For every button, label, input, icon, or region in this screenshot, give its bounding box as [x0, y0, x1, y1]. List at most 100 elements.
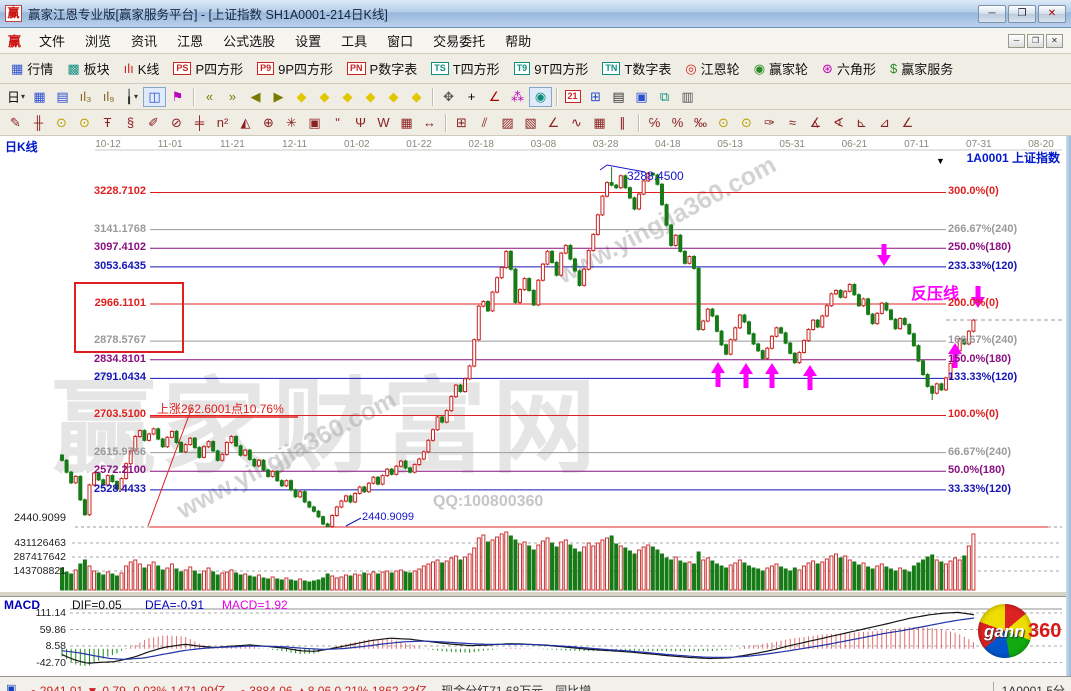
menu-item-gann[interactable]: 江恩 — [167, 28, 213, 53]
t-square-button[interactable]: TST四方形 — [424, 57, 506, 80]
compare-ratio-tool-icon[interactable]: ℅ — [643, 113, 666, 133]
save-icon[interactable]: ▣ — [630, 87, 653, 107]
9p-square-button[interactable]: P99P四方形 — [250, 57, 340, 80]
brush-tool-icon[interactable]: ✑ — [758, 113, 781, 133]
menu-item-news[interactable]: 资讯 — [121, 28, 167, 53]
kline-button[interactable]: ılıK线 — [117, 57, 167, 80]
psi-tool-icon[interactable]: Ψ — [349, 113, 372, 133]
pencil-tool-icon[interactable]: ✎ — [4, 113, 27, 133]
period-daily-icon[interactable]: 日▾ — [4, 87, 28, 107]
parallel-lines-tool-icon[interactable]: ∥ — [611, 113, 634, 133]
n-square-tool-icon[interactable]: n² — [211, 113, 234, 133]
color-flag-icon[interactable]: ⚑ — [166, 87, 189, 107]
candle-style-icon[interactable]: ╽▾ — [120, 87, 143, 107]
gann-box-2-tool-icon[interactable]: ▧ — [519, 113, 542, 133]
diamond-h-expand-icon[interactable]: ◆ — [336, 87, 359, 107]
angle-1-tool-icon[interactable]: ∡ — [804, 113, 827, 133]
menu-item-formula-stock-picker[interactable]: 公式选股 — [213, 28, 285, 53]
wave-2-tool-icon[interactable]: ≈ — [781, 113, 804, 133]
pencil-2-tool-icon[interactable]: ✐ — [142, 113, 165, 133]
diamond-h-shrink-icon[interactable]: ◆ — [359, 87, 382, 107]
menu-item-trade-entrust[interactable]: 交易委托 — [423, 28, 495, 53]
center-box-tool-icon[interactable]: ▣ — [303, 113, 326, 133]
spiral-tool-icon[interactable]: § — [119, 113, 142, 133]
win-tool-icon[interactable]: W — [372, 113, 395, 133]
gold-circle-2-tool-icon[interactable]: ⊙ — [735, 113, 758, 133]
winner-wheel-button[interactable]: ◉赢家轮 — [747, 57, 815, 80]
diamond-expand-all-icon[interactable]: ◆ — [405, 87, 428, 107]
circle-slash-tool-icon[interactable]: ⊘ — [165, 113, 188, 133]
market-quotes-button[interactable]: ▦行情 — [4, 57, 60, 80]
info-note-icon[interactable]: ▤ — [51, 87, 74, 107]
gann-fan-tool-icon[interactable]: ⫽ — [473, 113, 496, 133]
winner-service-button[interactable]: $赢家服务 — [883, 57, 960, 80]
nav-last-icon[interactable]: » — [221, 87, 244, 107]
nav-next-icon[interactable]: ▶ — [267, 87, 290, 107]
diamond-left-icon[interactable]: ◆ — [290, 87, 313, 107]
angle-line-tool-icon[interactable]: ∠ — [542, 113, 565, 133]
dense-grid-tool-icon[interactable]: ▦ — [588, 113, 611, 133]
close-button[interactable]: ✕ — [1038, 5, 1066, 23]
nav-prev-icon[interactable]: ◀ — [244, 87, 267, 107]
percent-tool-icon[interactable]: % — [666, 113, 689, 133]
gann-box-tool-icon[interactable]: ▨ — [496, 113, 519, 133]
t-number-table-button[interactable]: TNT数字表 — [595, 57, 678, 80]
minimize-button[interactable]: ─ — [978, 5, 1006, 23]
permille-tool-icon[interactable]: ‰ — [689, 113, 712, 133]
menu-item-file[interactable]: 文件 — [29, 28, 75, 53]
p-square-button[interactable]: PSP四方形 — [166, 57, 250, 80]
pattern-view-icon[interactable]: ◫ — [143, 87, 166, 107]
maximize-button[interactable]: ❐ — [1008, 5, 1036, 23]
export-image-icon[interactable]: ⧉ — [653, 87, 676, 107]
chart-panel[interactable]: 赢家财富网 www.yingjia360.com www.yingjia360.… — [0, 136, 1066, 676]
angle-measure-icon[interactable]: ∠ — [483, 87, 506, 107]
menu-item-settings[interactable]: 设置 — [285, 28, 331, 53]
diamond-right-icon[interactable]: ◆ — [313, 87, 336, 107]
hatch-grid-2-icon[interactable]: ╪ — [188, 113, 211, 133]
angle-3-tool-icon[interactable]: ⊾ — [850, 113, 873, 133]
gann-grid-tool-icon[interactable]: ⊞ — [450, 113, 473, 133]
chart-3-period-icon[interactable]: ıl₃ — [74, 87, 97, 107]
t-line-tool-icon[interactable]: Ŧ — [96, 113, 119, 133]
gann-circle-tool-icon[interactable]: ⊕ — [257, 113, 280, 133]
mdi-close-button[interactable]: ✕ — [1046, 34, 1063, 48]
diamond-v-expand-icon[interactable]: ◆ — [382, 87, 405, 107]
menu-item-tools[interactable]: 工具 — [331, 28, 377, 53]
star-tool-icon[interactable]: ✳ — [280, 113, 303, 133]
nav-first-icon[interactable]: « — [198, 87, 221, 107]
gann-brain-icon[interactable]: ◉ — [529, 87, 552, 107]
menu-item-help[interactable]: 帮助 — [495, 28, 541, 53]
angle-5-tool-icon[interactable]: ∠ — [896, 113, 919, 133]
width-measure-tool-icon[interactable]: ↔ — [418, 113, 441, 133]
p-number-table-button[interactable]: PNP数字表 — [340, 57, 424, 80]
zigzag-tool-icon[interactable]: ∿ — [565, 113, 588, 133]
menu-item-window[interactable]: 窗口 — [377, 28, 423, 53]
hexagon-button[interactable]: ⊛六角形 — [815, 57, 883, 80]
angle-4-tool-icon[interactable]: ⊿ — [873, 113, 896, 133]
calendar-21-icon[interactable]: 21 — [561, 87, 584, 107]
gann-wheel-button[interactable]: ◎江恩轮 — [678, 57, 746, 80]
gold-circle-1-tool-icon[interactable]: ⊙ — [712, 113, 735, 133]
sectors-button[interactable]: ▩板块 — [60, 57, 116, 80]
crosshair-icon[interactable]: + — [460, 87, 483, 107]
mdi-restore-button[interactable]: ❐ — [1027, 34, 1044, 48]
quote-grid-icon[interactable]: ▦ — [28, 87, 51, 107]
fractal-tool-icon[interactable]: ⁂ — [506, 87, 529, 107]
menu-item-browse[interactable]: 浏览 — [75, 28, 121, 53]
notepad-icon[interactable]: ▤ — [607, 87, 630, 107]
n-square-tool-icon: n² — [217, 115, 229, 130]
number-grid-tool-icon[interactable]: ▦ — [395, 113, 418, 133]
9t-square-button[interactable]: T99T四方形 — [507, 57, 596, 80]
hatch-grid-icon[interactable]: ╫ — [27, 113, 50, 133]
calculator-icon[interactable]: ⊞ — [584, 87, 607, 107]
quote-marks-tool-icon[interactable]: ʺ — [326, 113, 349, 133]
gold-section-2-icon[interactable]: ⊙ — [73, 113, 96, 133]
symbol-dropdown-icon[interactable]: ▼ — [936, 156, 945, 166]
angle-2-tool-icon[interactable]: ∢ — [827, 113, 850, 133]
chart-9-period-icon[interactable]: ıl₉ — [97, 87, 120, 107]
mdi-minimize-button[interactable]: ─ — [1008, 34, 1025, 48]
print-icon[interactable]: ▥ — [676, 87, 699, 107]
a-angle-tool-icon[interactable]: ◭ — [234, 113, 257, 133]
pan-hand-icon[interactable]: ✥ — [437, 87, 460, 107]
gold-section-1-icon[interactable]: ⊙ — [50, 113, 73, 133]
